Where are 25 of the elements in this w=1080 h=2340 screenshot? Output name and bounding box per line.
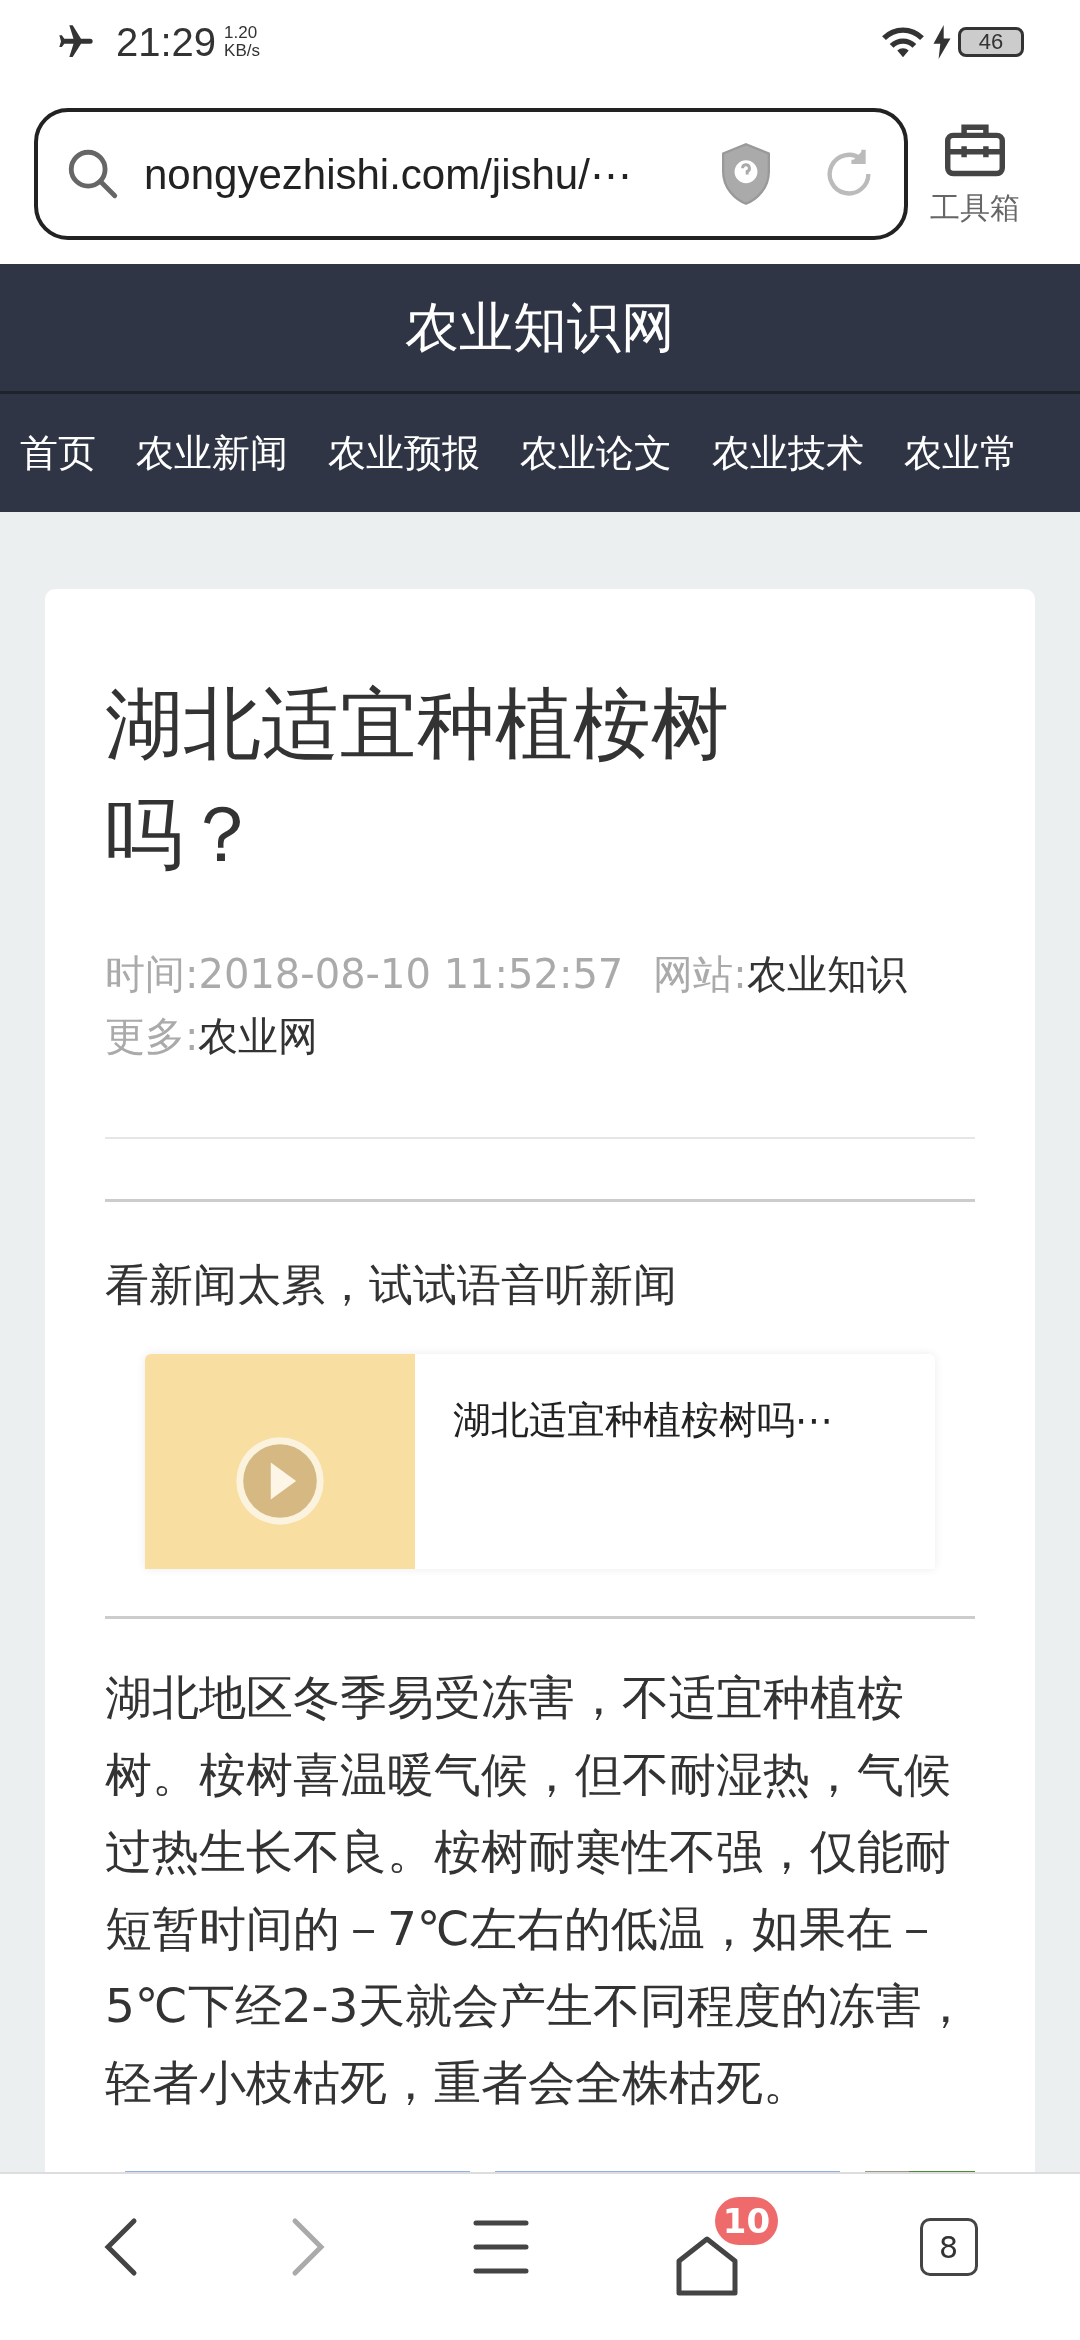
- toolbox-button[interactable]: 工具箱: [930, 118, 1020, 230]
- battery-indicator: 46: [958, 27, 1024, 57]
- audio-card[interactable]: 湖北适宜种植桉树吗⋯: [145, 1354, 935, 1569]
- network-speed: 1.20: [224, 24, 259, 42]
- notification-badge: 10: [714, 2197, 779, 2245]
- nav-link[interactable]: 农业新闻: [136, 424, 288, 482]
- site-title: 农业知识网: [405, 295, 675, 361]
- article-title: 湖北适宜种植桉树吗？: [105, 678, 730, 881]
- clock-time: 21:29: [116, 19, 217, 66]
- url-text: nongyezhishi.com/jishu/⋯: [144, 149, 632, 200]
- play-icon[interactable]: [234, 1435, 326, 1527]
- speed-unit: KB/s: [224, 42, 260, 60]
- nav-link[interactable]: 首页: [20, 424, 96, 482]
- article-body: 湖北地区冬季易受冻害，不适宜种植桉树。桉树喜温暖气候，但不耐湿热，气候过热生长不良。桉树耐寒性不强，仅能耐短暂时间的－7℃左右的低温，如果在－5℃下经2-3天就会产生不同程度的冻害，轻者小枝枯死，重者会全株枯死。: [105, 1669, 971, 2112]
- listen-prompt: 看新闻太累，试试语音听新闻: [105, 1258, 678, 1312]
- address-field[interactable]: nongyezhishi.com/jishu/⋯: [34, 108, 908, 240]
- audio-title: 湖北适宜种植桉树吗⋯: [453, 1398, 833, 1442]
- tabs-button[interactable]: 8: [919, 2218, 978, 2276]
- nav-link[interactable]: 农业常: [904, 424, 1018, 482]
- source-site: 网站:农业知识: [653, 950, 907, 999]
- publish-time: 时间:2018-08-10 11:52:57: [105, 950, 624, 999]
- nav-link[interactable]: 农业论文: [520, 424, 672, 482]
- charging-icon: [932, 25, 952, 59]
- nav-link[interactable]: 农业预报: [328, 424, 480, 482]
- nav-link[interactable]: 农业技术: [712, 424, 864, 482]
